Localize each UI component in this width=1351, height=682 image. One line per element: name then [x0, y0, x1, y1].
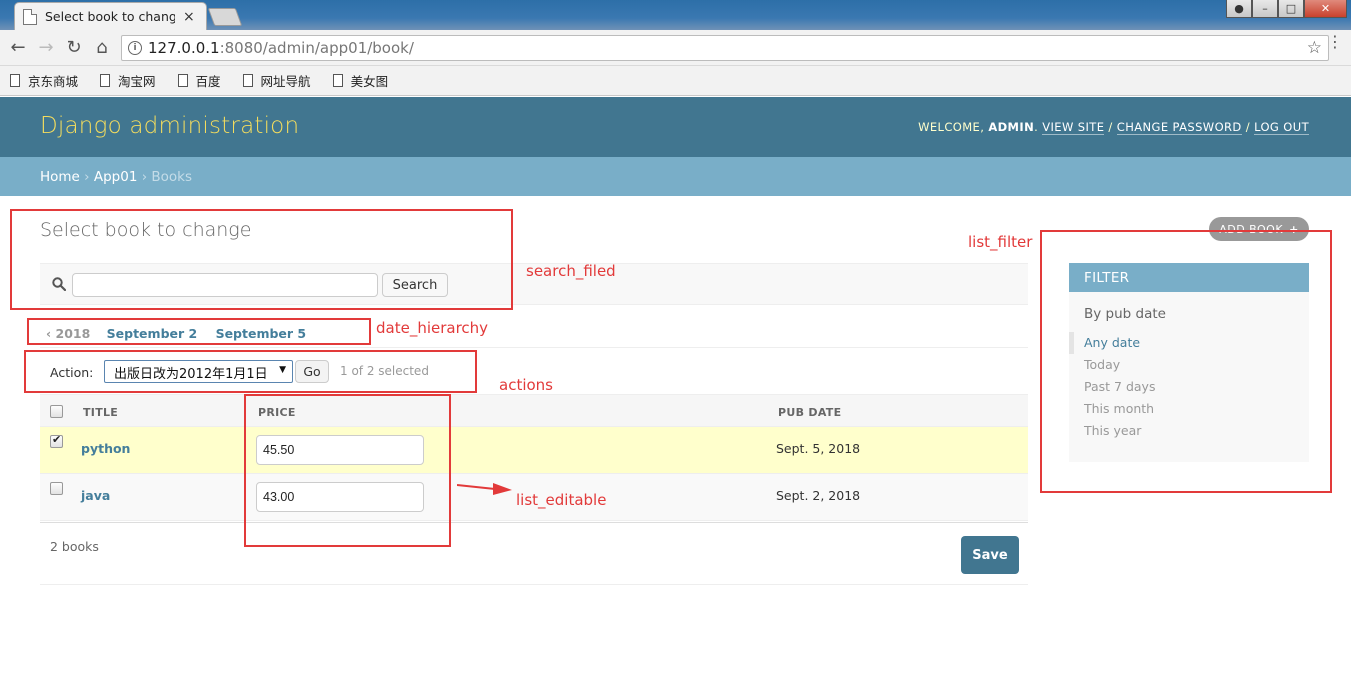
maximize-icon[interactable]: □ — [1278, 0, 1304, 18]
url-path: :8080/admin/app01/book/ — [219, 39, 414, 57]
view-site-link[interactable]: View site — [1042, 120, 1105, 135]
save-button[interactable]: Save — [961, 536, 1019, 574]
window-controls: ● – □ ✕ — [1226, 0, 1347, 18]
page-icon — [23, 8, 37, 25]
table-row: python Sept. 5, 2018 — [40, 427, 1028, 474]
annotation-label-editable: list_editable — [516, 491, 607, 509]
info-icon[interactable]: i — [128, 41, 142, 55]
breadcrumb-app[interactable]: App01 — [94, 169, 138, 185]
address-bar[interactable]: i 127.0.0.1:8080/admin/app01/book/ ☆ — [121, 35, 1329, 61]
column-header-pub-date[interactable]: Pub date — [778, 406, 841, 419]
change-password-link[interactable]: Change password — [1116, 120, 1242, 135]
url-text[interactable]: 127.0.0.1:8080/admin/app01/book/ — [148, 39, 414, 57]
log-out-link[interactable]: Log out — [1254, 120, 1309, 135]
bookmark-label: 京东商城 — [28, 74, 79, 89]
select-all-checkbox[interactable] — [50, 405, 63, 418]
annotation-label-actions: actions — [499, 376, 553, 394]
book-title-link[interactable]: java — [81, 488, 110, 503]
breadcrumb-home[interactable]: Home — [40, 169, 80, 185]
url-host: 127.0.0.1 — [148, 39, 220, 57]
menu-icon[interactable]: ⋮ — [1327, 34, 1343, 50]
page-icon — [242, 74, 253, 87]
home-icon[interactable]: ⌂ — [88, 34, 116, 62]
user-icon[interactable]: ● — [1226, 0, 1252, 18]
annotation-box-date — [27, 318, 371, 345]
browser-tab[interactable]: Select book to change × — [14, 2, 207, 30]
new-tab-button[interactable] — [207, 8, 243, 26]
window-close-icon[interactable]: ✕ — [1304, 0, 1347, 18]
book-title-link[interactable]: python — [81, 441, 130, 456]
browser-toolbar: ← → ↻ ⌂ i 127.0.0.1:8080/admin/app01/boo… — [0, 30, 1351, 66]
separator: / — [1104, 120, 1117, 134]
annotation-label-search: search_filed — [526, 262, 616, 280]
breadcrumb-separator: › — [79, 169, 94, 185]
bookmark-item[interactable]: 百度 — [177, 71, 221, 90]
breadcrumb-separator: › — [137, 169, 152, 185]
reload-icon[interactable]: ↻ — [60, 34, 88, 62]
bookmark-label: 网址导航 — [260, 74, 311, 89]
breadcrumb: Home › App01 › Books — [0, 157, 1351, 196]
site-branding[interactable]: Django administration — [40, 113, 299, 139]
page-icon — [100, 74, 111, 87]
column-header-title[interactable]: Title — [83, 406, 118, 419]
annotation-box-actions — [24, 350, 477, 393]
bookmark-item[interactable]: 美女图 — [332, 71, 389, 90]
bookmark-item[interactable]: 淘宝网 — [100, 71, 156, 90]
forward-arrow-icon[interactable]: → — [32, 34, 60, 62]
browser-tab-bar: Select book to change × ● – □ ✕ — [0, 0, 1351, 30]
welcome-text: Welcome, — [918, 120, 989, 134]
annotation-label-filter: list_filter — [968, 233, 1033, 251]
username: admin — [988, 120, 1035, 134]
pub-date-cell: Sept. 5, 2018 — [776, 441, 861, 456]
pub-date-cell: Sept. 2, 2018 — [776, 488, 861, 503]
back-arrow-icon[interactable]: ← — [4, 34, 32, 62]
minimize-icon[interactable]: – — [1252, 0, 1278, 18]
breadcrumb-current: Books — [151, 169, 193, 185]
bookmark-item[interactable]: 网址导航 — [242, 71, 311, 90]
bookmarks-bar: 京东商城 淘宝网 百度 网址导航 美女图 — [0, 66, 1351, 96]
page-icon — [332, 74, 343, 87]
bookmark-label: 美女图 — [350, 74, 389, 89]
row-checkbox[interactable] — [50, 482, 63, 495]
page-icon — [10, 74, 20, 87]
annotation-arrow-icon — [457, 483, 512, 495]
close-icon[interactable]: × — [183, 9, 195, 25]
admin-header: Django administration Welcome, admin. Vi… — [0, 97, 1351, 157]
result-count: 2 books — [50, 539, 99, 554]
annotation-label-date: date_hierarchy — [376, 319, 489, 337]
bookmark-star-icon[interactable]: ☆ — [1307, 38, 1322, 58]
paginator: 2 books Save — [40, 522, 1028, 585]
bookmark-label: 淘宝网 — [118, 74, 156, 89]
table-header: Title Price Pub date — [40, 394, 1028, 427]
annotation-box-search — [10, 209, 513, 310]
bookmark-item[interactable]: 京东商城 — [10, 71, 78, 90]
row-checkbox[interactable] — [50, 433, 63, 448]
annotation-box-filter — [1040, 230, 1332, 493]
tab-title: Select book to change — [45, 9, 175, 24]
page-icon — [177, 74, 188, 87]
user-tools: Welcome, admin. View site / Change passw… — [918, 120, 1309, 135]
annotation-box-editable — [244, 394, 451, 547]
separator: / — [1241, 120, 1255, 134]
bookmark-label: 百度 — [195, 74, 221, 89]
